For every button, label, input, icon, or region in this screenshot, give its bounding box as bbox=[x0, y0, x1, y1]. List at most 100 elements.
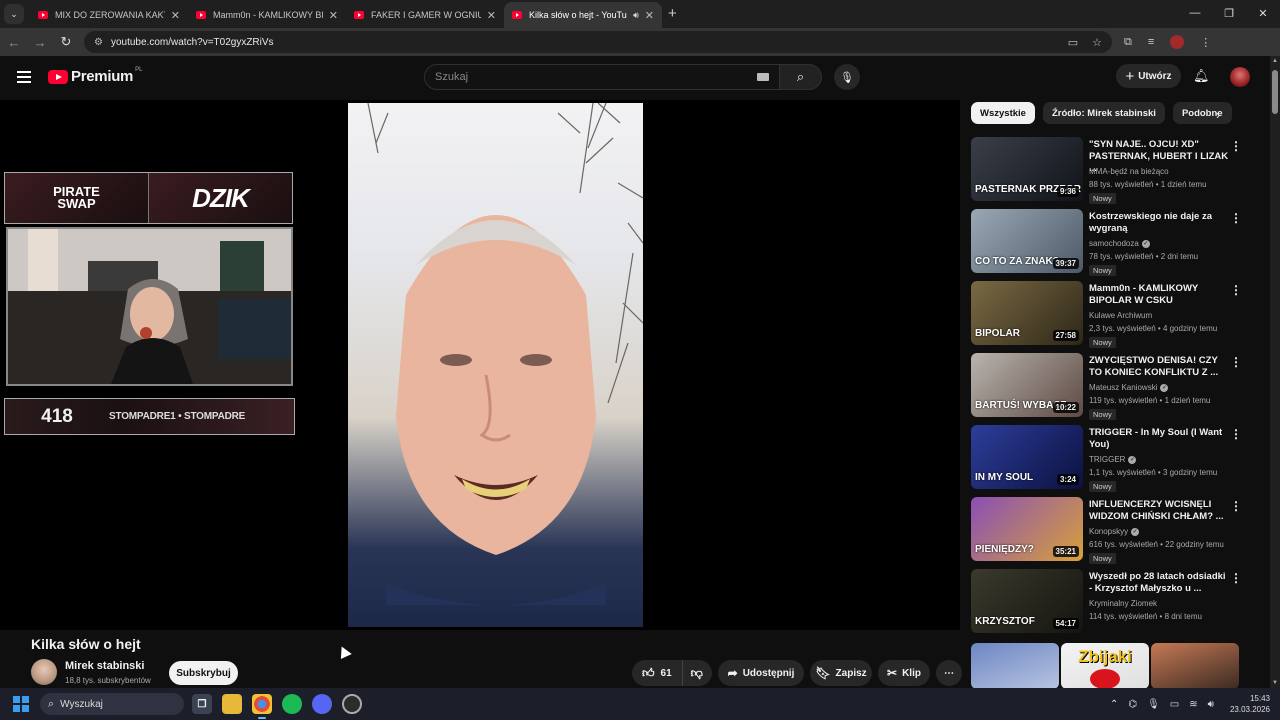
spotify-icon[interactable] bbox=[282, 694, 302, 714]
tray-chevron-icon[interactable]: ⌃ bbox=[1110, 699, 1118, 710]
recommendation-title[interactable]: INFLUENCERZY WCISNĘLI WIDZOM CHIŃSKI CHŁ… bbox=[1089, 499, 1229, 523]
reading-list-icon[interactable]: ≡ bbox=[1148, 36, 1154, 48]
windows-start-icon[interactable] bbox=[13, 696, 29, 712]
more-vertical-icon[interactable]: ⋮ bbox=[1230, 211, 1242, 225]
search-button[interactable]: ⌕ bbox=[780, 64, 822, 90]
menu-icon[interactable] bbox=[17, 71, 31, 83]
video-thumbnail[interactable]: KRZYSZTOF 54:17 bbox=[971, 569, 1083, 633]
page-scrollbar[interactable]: ▲ ▼ bbox=[1270, 56, 1280, 688]
recommendation-channel[interactable]: Kryminalny Ziomek bbox=[1089, 599, 1157, 608]
address-bar[interactable]: ⚙︎ youtube.com/watch?v=T02gyxZRiVs ▭ ☆ bbox=[84, 31, 1112, 53]
voice-search-icon[interactable]: 🎙︎ bbox=[834, 64, 860, 90]
video-thumbnail[interactable]: PIENIĘDZY? 35:21 bbox=[971, 497, 1083, 561]
chip-all[interactable]: Wszystkie bbox=[971, 102, 1035, 124]
profile-avatar-icon[interactable] bbox=[1170, 35, 1185, 49]
wifi-icon[interactable]: ≋ bbox=[1189, 699, 1197, 710]
video-player[interactable]: PIRATE SWAP DZIK 418 STOMPADRE1 • STOMPA… bbox=[0, 100, 960, 630]
more-vertical-icon[interactable]: ⋮ bbox=[1230, 139, 1242, 153]
shorts-thumbnail[interactable] bbox=[971, 643, 1059, 689]
site-info-icon[interactable]: ⚙︎ bbox=[94, 37, 103, 48]
recommendation-title[interactable]: ZWYCIĘSTWO DENISA! CZY TO KONIEC KONFLIK… bbox=[1089, 355, 1229, 379]
share-button[interactable]: ➦ Udostępnij bbox=[718, 660, 804, 686]
reload-icon[interactable]: ↻ bbox=[54, 34, 78, 50]
dislike-button[interactable]: 👎︎ bbox=[683, 666, 711, 681]
recommendation-card[interactable]: KRZYSZTOF 54:17 Wyszedł po 28 latach odsia… bbox=[971, 569, 1256, 635]
forward-icon[interactable]: → bbox=[28, 35, 52, 50]
recommendation-card[interactable]: PIENIĘDZY? 35:21 INFLUENCERZY WCISNĘLI WID… bbox=[971, 497, 1256, 564]
browser-tab-1[interactable]: MIX DO ZEROWANIA KAKTUSÓW ✕ bbox=[30, 2, 188, 28]
video-thumbnail[interactable]: CO TO ZA ZNAK? 39:37 bbox=[971, 209, 1083, 273]
shorts-thumbnail[interactable]: Zbijaki bbox=[1061, 643, 1149, 689]
recommendation-card[interactable]: BIPOLAR 27:58 Mamm0n - KAMLIKOWY BIPOLAR W… bbox=[971, 281, 1256, 348]
recommendation-title[interactable]: TRIGGER - In My Soul (I Want You) bbox=[1089, 427, 1229, 451]
create-button[interactable]: + Utwórz bbox=[1116, 64, 1181, 88]
account-avatar[interactable] bbox=[1230, 67, 1250, 87]
browser-tab-active[interactable]: Kilka słów o hejt - YouTube 🔊︎ ✕ bbox=[504, 2, 662, 28]
youtube-logo[interactable]: Premium PL bbox=[48, 67, 142, 85]
more-actions-button[interactable]: ⋯ bbox=[936, 660, 962, 686]
browser-tab-2[interactable]: Mamm0n - KAMLIKOWY BIPOLAR ✕ bbox=[188, 2, 346, 28]
restore-icon[interactable]: ❐ bbox=[1212, 0, 1246, 26]
scroll-up-icon[interactable]: ▲ bbox=[1272, 58, 1278, 64]
close-tab-icon[interactable]: ✕ bbox=[645, 9, 654, 22]
volume-icon[interactable]: 🔊︎ bbox=[1208, 699, 1214, 710]
save-button[interactable]: 🔖︎ Zapisz bbox=[810, 660, 872, 686]
chip-related[interactable]: Podobne bbox=[1172, 102, 1232, 124]
extensions-icon[interactable]: ⧉ bbox=[1124, 36, 1132, 49]
recommendation-title[interactable]: Kostrzewskiego nie daje za wygraną bbox=[1089, 211, 1229, 235]
taskbar-clock[interactable]: 15:43 23.03.2026 bbox=[1230, 693, 1270, 715]
chip-source[interactable]: Źródło: Mirek stabinski bbox=[1042, 102, 1165, 124]
recommendation-card[interactable]: CO TO ZA ZNAK? 39:37 Kostrzewskiego nie da… bbox=[971, 209, 1256, 276]
video-frame[interactable] bbox=[348, 103, 643, 627]
new-tab-icon[interactable]: + bbox=[668, 5, 677, 22]
close-window-icon[interactable]: ✕ bbox=[1246, 0, 1280, 26]
recommendation-card[interactable]: PASTERNAK PRZEGR 9:36 "SYN NAJE.. OJCU! XD… bbox=[971, 137, 1256, 204]
recommendation-channel[interactable]: Konopskyy ✓ bbox=[1089, 527, 1140, 536]
more-vertical-icon[interactable]: ⋮ bbox=[1230, 499, 1242, 513]
cast-icon[interactable]: ▭ bbox=[1068, 36, 1078, 49]
discord-icon[interactable] bbox=[312, 694, 332, 714]
recommendation-title[interactable]: Wyszedł po 28 latach odsiadki - Krzyszto… bbox=[1089, 571, 1229, 595]
recommendation-card[interactable]: BARTUŚ! WYBACZ 10:22 ZWYCIĘSTWO DENISA! CZ… bbox=[971, 353, 1256, 420]
scroll-down-icon[interactable]: ▼ bbox=[1272, 680, 1278, 686]
video-thumbnail[interactable]: BIPOLAR 27:58 bbox=[971, 281, 1083, 345]
video-thumbnail[interactable]: BARTUŚ! WYBACZ 10:22 bbox=[971, 353, 1083, 417]
channel-name[interactable]: Mirek stabinski bbox=[65, 660, 144, 672]
tab-search-dropdown[interactable]: ⌄ bbox=[4, 4, 24, 24]
notifications-bell-icon[interactable]: 🔔︎ bbox=[1193, 68, 1210, 84]
browser-tab-3[interactable]: FAKER I GAMER W OGNIU | UF ✕ bbox=[346, 2, 504, 28]
chevron-right-icon[interactable]: › bbox=[1216, 108, 1220, 122]
more-vertical-icon[interactable]: ⋮ bbox=[1230, 355, 1242, 369]
search-input[interactable]: Szukaj bbox=[424, 64, 780, 90]
recommendation-channel[interactable]: samochodoza ✓ bbox=[1089, 239, 1150, 248]
recommendation-channel[interactable]: MMA-będź na bieżąco bbox=[1089, 167, 1169, 176]
clip-button[interactable]: ✂ Klip bbox=[878, 660, 930, 686]
network-icon[interactable]: ⌬ bbox=[1128, 699, 1137, 710]
shorts-thumbnail[interactable] bbox=[1151, 643, 1239, 689]
close-tab-icon[interactable]: ✕ bbox=[329, 9, 338, 22]
obs-icon[interactable] bbox=[342, 694, 362, 714]
close-tab-icon[interactable]: ✕ bbox=[171, 9, 180, 22]
keyboard-icon[interactable] bbox=[757, 73, 769, 81]
close-tab-icon[interactable]: ✕ bbox=[487, 9, 496, 22]
video-thumbnail[interactable]: PASTERNAK PRZEGR 9:36 bbox=[971, 137, 1083, 201]
recommendation-channel[interactable]: TRIGGER ✓ bbox=[1089, 455, 1137, 464]
display-icon[interactable]: ▭ bbox=[1170, 699, 1179, 710]
back-icon[interactable]: ← bbox=[2, 35, 26, 50]
bookmark-star-icon[interactable]: ☆ bbox=[1092, 36, 1102, 49]
video-thumbnail[interactable]: IN MY SOUL 3:24 bbox=[971, 425, 1083, 489]
file-explorer-icon[interactable] bbox=[222, 694, 242, 714]
more-vertical-icon[interactable]: ⋮ bbox=[1230, 571, 1242, 585]
chrome-icon[interactable] bbox=[252, 694, 272, 719]
browser-menu-icon[interactable]: ⋮ bbox=[1200, 36, 1211, 49]
subscribe-button[interactable]: Subskrybuj bbox=[169, 661, 238, 685]
like-button[interactable]: 👍︎ 61 bbox=[632, 660, 683, 686]
recommendation-channel[interactable]: Mateusz Kaniowski ✓ bbox=[1089, 383, 1169, 392]
speaker-icon[interactable]: 🔊︎ bbox=[633, 10, 639, 21]
scrollbar-thumb[interactable] bbox=[1272, 70, 1278, 114]
channel-avatar[interactable] bbox=[31, 659, 57, 685]
microphone-icon[interactable]: 🎙︎ bbox=[1147, 699, 1160, 710]
task-view-icon[interactable]: ❐ bbox=[192, 694, 212, 714]
taskbar-search[interactable]: ⌕ Wyszukaj bbox=[40, 693, 184, 715]
more-vertical-icon[interactable]: ⋮ bbox=[1230, 427, 1242, 441]
